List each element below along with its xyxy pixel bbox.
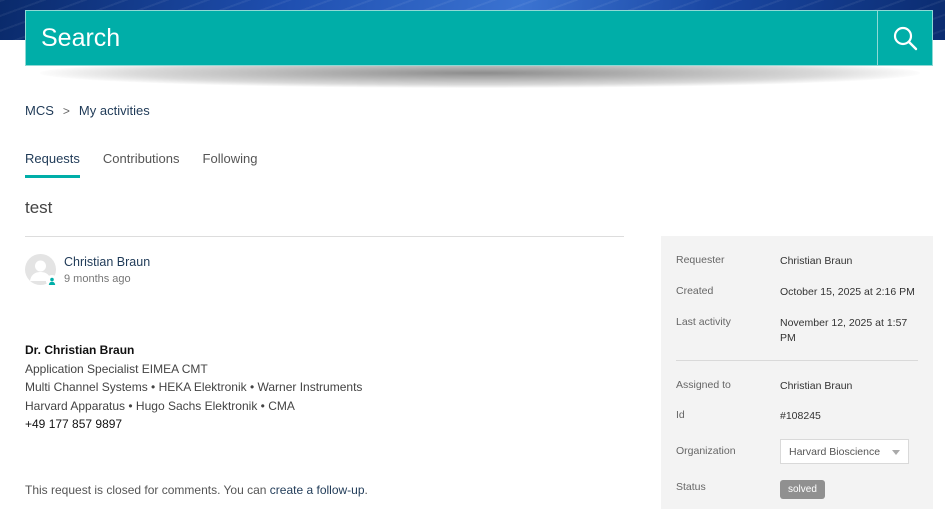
meta-value: Christian Braun bbox=[780, 380, 853, 392]
breadcrumb-separator: > bbox=[62, 103, 70, 118]
organization-select-value: Harvard Bioscience bbox=[789, 445, 881, 458]
status-badge: solved bbox=[780, 480, 825, 499]
title-divider bbox=[25, 236, 624, 237]
meta-created: Created October 15, 2025 at 2:16 PM bbox=[676, 285, 920, 300]
meta-label: Id bbox=[676, 409, 685, 421]
meta-label: Organization bbox=[676, 445, 736, 457]
breadcrumb-current-link[interactable]: My activities bbox=[79, 103, 150, 118]
request-body: Dr. Christian Braun Application Speciali… bbox=[25, 341, 362, 434]
closed-note-suffix: . bbox=[364, 483, 368, 497]
meta-organization: Organization bbox=[676, 445, 780, 457]
meta-value: November 12, 2025 at 1:57 PM bbox=[780, 317, 908, 344]
activity-tabs: Requests Contributions Following bbox=[25, 151, 257, 178]
search-icon bbox=[893, 26, 918, 51]
signature-brands-2: Harvard Apparatus • Hugo Sachs Elektroni… bbox=[25, 398, 295, 413]
meta-last-activity: Last activity November 12, 2025 at 1:57 … bbox=[676, 316, 920, 346]
request-title: test bbox=[25, 198, 53, 217]
meta-value: #108245 bbox=[780, 410, 821, 422]
request-details-sidebar: Requester Christian Braun Created Octobe… bbox=[661, 236, 933, 509]
meta-assigned-to: Assigned to Christian Braun bbox=[676, 379, 920, 394]
author-name-link[interactable]: Christian Braun bbox=[64, 255, 150, 269]
organization-select[interactable]: Harvard Bioscience bbox=[780, 439, 909, 464]
meta-value: October 15, 2025 at 2:16 PM bbox=[780, 286, 915, 298]
create-follow-up-link[interactable]: create a follow-up bbox=[270, 483, 365, 497]
closed-note: This request is closed for comments. You… bbox=[25, 483, 368, 497]
tab-following[interactable]: Following bbox=[203, 151, 258, 178]
meta-status: Status bbox=[676, 481, 780, 493]
meta-id: Id #108245 bbox=[676, 409, 920, 424]
meta-label: Status bbox=[676, 481, 706, 493]
author-info: Christian Braun 9 months ago bbox=[64, 254, 150, 285]
tab-contributions[interactable]: Contributions bbox=[103, 151, 180, 178]
signature-name: Dr. Christian Braun bbox=[25, 343, 135, 357]
meta-requester: Requester Christian Braun bbox=[676, 254, 920, 269]
meta-label: Assigned to bbox=[676, 379, 731, 391]
request-author: Christian Braun 9 months ago bbox=[25, 254, 150, 287]
search-bar bbox=[25, 10, 933, 66]
author-timestamp: 9 months ago bbox=[64, 273, 131, 285]
meta-label: Created bbox=[676, 285, 714, 297]
sidebar-divider bbox=[676, 360, 918, 361]
meta-value: Christian Braun bbox=[780, 255, 853, 267]
chevron-down-icon bbox=[892, 450, 900, 455]
tab-requests[interactable]: Requests bbox=[25, 151, 80, 178]
meta-label: Requester bbox=[676, 254, 725, 266]
signature-brands-1: Multi Channel Systems • HEKA Elektronik … bbox=[25, 380, 363, 395]
breadcrumb-root-link[interactable]: MCS bbox=[25, 103, 54, 118]
meta-label: Last activity bbox=[676, 316, 731, 328]
signature-phone: +49 177 857 9897 bbox=[25, 417, 123, 432]
signature-title: Application Specialist EIMEA CMT bbox=[25, 361, 208, 376]
search-input[interactable] bbox=[26, 11, 877, 65]
user-icon bbox=[46, 275, 58, 287]
closed-note-text: This request is closed for comments. You… bbox=[25, 483, 270, 497]
search-button[interactable] bbox=[877, 11, 932, 65]
avatar bbox=[25, 254, 58, 287]
breadcrumb: MCS > My activities bbox=[25, 103, 150, 118]
